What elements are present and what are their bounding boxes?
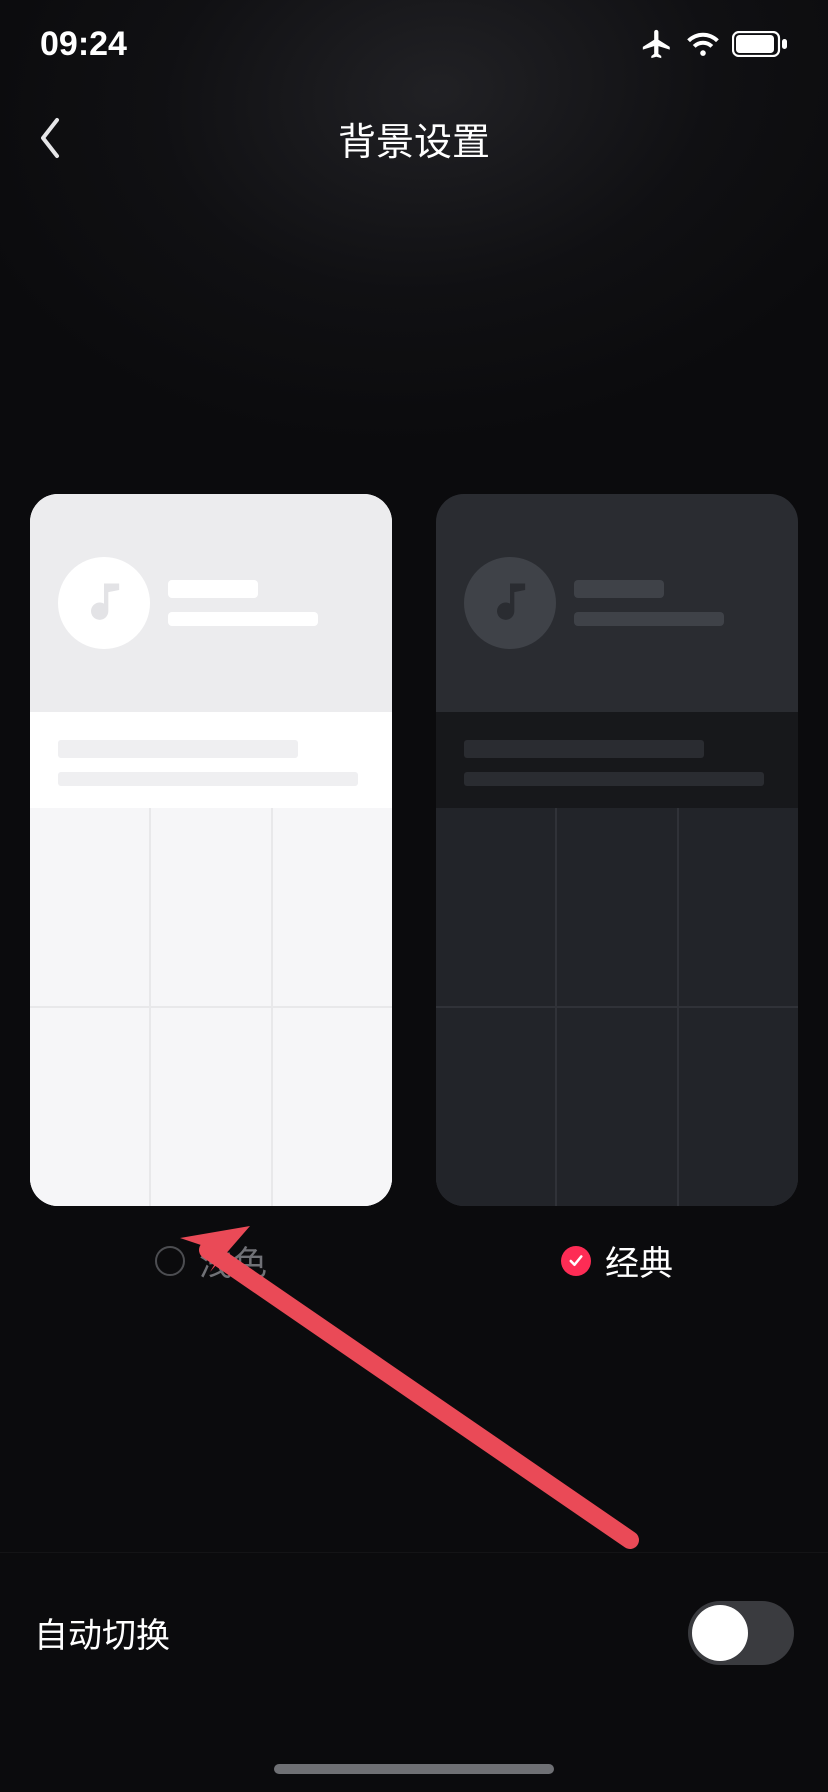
preview-text-lines xyxy=(168,580,318,626)
page-header: 背景设置 xyxy=(0,88,828,188)
preview-text-lines xyxy=(574,580,724,626)
theme-option-light[interactable]: 浅色 xyxy=(30,494,392,1285)
radio-checked-icon xyxy=(561,1246,591,1276)
home-indicator xyxy=(274,1764,554,1774)
theme-options: 浅色 经典 xyxy=(30,494,798,1285)
status-bar: 09:24 xyxy=(0,0,828,88)
wifi-icon xyxy=(686,30,720,58)
preview-header xyxy=(436,494,798,712)
preview-header xyxy=(30,494,392,712)
theme-preview-dark xyxy=(436,494,798,1206)
theme-preview-light xyxy=(30,494,392,1206)
theme-name-dark: 经典 xyxy=(605,1236,673,1285)
preview-body-lines xyxy=(30,712,392,808)
auto-switch-label: 自动切换 xyxy=(34,1608,170,1657)
theme-label-light: 浅色 xyxy=(155,1236,267,1285)
music-note-icon xyxy=(464,557,556,649)
music-note-icon xyxy=(58,557,150,649)
preview-body-lines xyxy=(436,712,798,808)
theme-label-dark: 经典 xyxy=(561,1236,673,1285)
page-title: 背景设置 xyxy=(338,111,490,166)
airplane-mode-icon xyxy=(640,27,674,61)
back-button[interactable] xyxy=(20,108,80,168)
theme-name-light: 浅色 xyxy=(199,1236,267,1285)
theme-option-dark[interactable]: 经典 xyxy=(436,494,798,1285)
status-icons xyxy=(640,27,788,61)
status-time: 09:24 xyxy=(40,25,127,64)
chevron-left-icon xyxy=(37,116,63,160)
auto-switch-row: 自动切换 xyxy=(0,1552,828,1712)
auto-switch-toggle[interactable] xyxy=(688,1601,794,1665)
preview-grid xyxy=(30,808,392,1206)
switch-knob xyxy=(692,1605,748,1661)
radio-unchecked-icon xyxy=(155,1246,185,1276)
preview-grid xyxy=(436,808,798,1206)
battery-icon xyxy=(732,31,788,57)
